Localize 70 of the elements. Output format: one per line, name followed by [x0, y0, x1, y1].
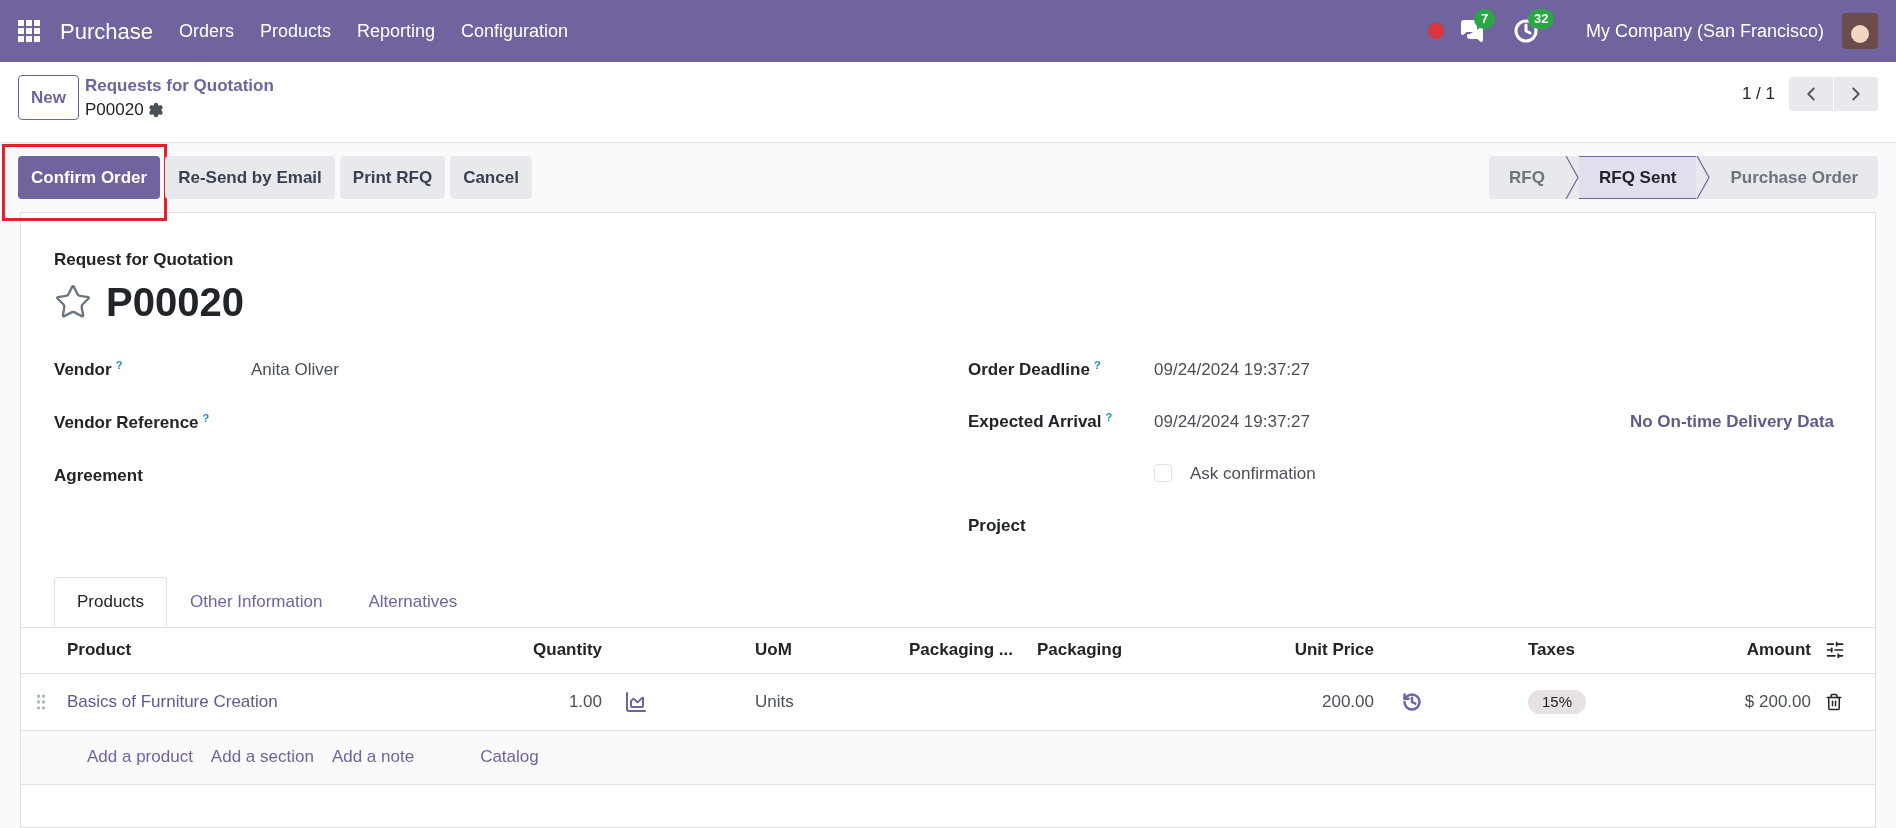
message-count-badge: 7 — [1473, 9, 1496, 29]
delivery-data-link[interactable]: No On-time Delivery Data — [1629, 408, 1834, 434]
menu-item[interactable]: Orders — [178, 17, 234, 45]
history-icon[interactable] — [1402, 691, 1422, 712]
help-tooltip-mark[interactable]: ? — [115, 359, 123, 371]
field-value[interactable]: 09/24/2024 19:37:27 — [1154, 356, 1310, 382]
field-label: Agreement — [54, 464, 144, 487]
column-header[interactable]: Packaging — [1029, 637, 1241, 663]
menu-item[interactable]: Reporting — [357, 17, 436, 45]
field-label: Vendor Reference $^{?}$ — [54, 411, 211, 434]
field-label: Vendor $^{?}$ — [54, 358, 124, 381]
add-line-link[interactable]: Catalog — [480, 744, 539, 770]
field-label: Order Deadline $^{?}$ — [968, 358, 1102, 381]
stage-chevron-icon — [1696, 156, 1711, 199]
pager-value[interactable]: 1 / 1 — [1741, 81, 1775, 107]
amount-cell-text: $ 200.00 — [1744, 690, 1812, 713]
quantity-cell[interactable]: 1.00 — [568, 688, 606, 715]
uom-cell[interactable]: Units — [741, 688, 901, 715]
action-button[interactable]: Confirm Order — [18, 156, 161, 199]
tab[interactable]: Alternatives — [345, 576, 481, 627]
record-name: P00020 — [84, 99, 144, 121]
checkbox[interactable] — [1154, 464, 1172, 483]
column-header[interactable]: Packaging ... — [901, 637, 1029, 663]
unit-price-cell[interactable]: 200.00 — [1322, 688, 1378, 715]
field-value[interactable]: 09/24/2024 19:37:27 — [1154, 408, 1310, 434]
menu-item[interactable]: Configuration — [461, 17, 569, 45]
add-line-link[interactable]: Add a product — [87, 744, 193, 770]
checkbox-label[interactable]: Ask confirmation — [1190, 460, 1316, 486]
tab[interactable]: Products — [54, 576, 168, 627]
column-header[interactable]: Unit Price — [1294, 637, 1378, 663]
product-cell[interactable]: Basics of Furniture Creation — [59, 688, 441, 715]
action-button[interactable]: Print RFQ — [339, 156, 446, 199]
form-title: P00020 — [106, 278, 244, 326]
app-name[interactable]: Purchase — [60, 14, 153, 48]
column-header[interactable]: Product — [59, 637, 441, 663]
avatar[interactable] — [1842, 13, 1878, 49]
star-icon[interactable] — [54, 282, 92, 321]
breadcrumb-link[interactable]: Requests for Quotation — [84, 75, 274, 97]
settings-icon[interactable] — [147, 102, 164, 118]
status-stage[interactable]: RFQ — [1489, 156, 1565, 199]
field-label: Project — [968, 514, 1027, 537]
add-line-link[interactable]: Add a section — [210, 744, 314, 770]
next-button[interactable] — [1834, 77, 1878, 111]
status-stage[interactable]: RFQ Sent — [1579, 156, 1697, 199]
column-header[interactable]: Quantity — [533, 637, 606, 663]
previous-button[interactable] — [1789, 77, 1833, 111]
company-name[interactable]: My Company (San Francisco) — [1585, 17, 1824, 45]
apps-grid-icon[interactable] — [18, 20, 40, 42]
tax-tag[interactable]: 15% — [1528, 689, 1587, 714]
help-tooltip-mark[interactable]: ? — [1093, 359, 1101, 371]
column-header[interactable]: UoM — [741, 637, 901, 663]
stage-chevron-icon — [1565, 156, 1579, 199]
column-settings-icon[interactable] — [1825, 640, 1845, 660]
action-button[interactable]: Re-Send by Email — [165, 156, 335, 199]
menu-item[interactable]: Products — [259, 17, 331, 45]
status-stage[interactable]: Purchase Order — [1710, 156, 1878, 199]
help-tooltip-mark[interactable]: ? — [202, 412, 210, 424]
tab[interactable]: Other Information — [167, 576, 346, 627]
help-tooltip-mark[interactable]: ? — [1105, 411, 1113, 423]
column-header[interactable]: Taxes — [1511, 637, 1651, 663]
activity-count-badge: 32 — [1527, 9, 1555, 29]
new-button[interactable]: New — [18, 75, 79, 120]
delete-icon[interactable] — [1825, 692, 1843, 711]
field-value[interactable]: Anita Oliver — [251, 356, 339, 382]
form-subtitle: Request for Quotation — [54, 249, 235, 271]
area-chart-icon[interactable] — [624, 689, 648, 714]
add-line-link[interactable]: Add a note — [331, 744, 415, 770]
field-label: Expected Arrival $^{?}$ — [968, 410, 1114, 433]
column-header[interactable]: Amount — [1746, 637, 1813, 663]
action-button[interactable]: Cancel — [450, 156, 532, 199]
